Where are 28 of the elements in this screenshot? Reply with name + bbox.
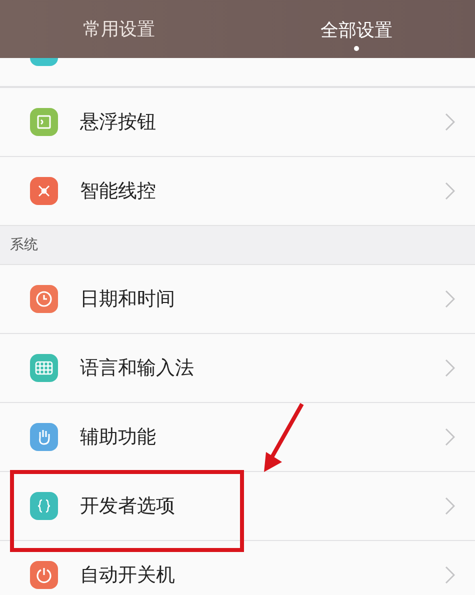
list-row[interactable] bbox=[0, 58, 475, 88]
chevron-icon bbox=[445, 290, 455, 308]
tab[interactable]: 全部设置 bbox=[320, 8, 392, 50]
chevron-icon bbox=[445, 182, 455, 200]
chevron-icon bbox=[445, 428, 455, 446]
chevron-icon bbox=[445, 359, 455, 377]
settings-row[interactable]: 智能线控 bbox=[0, 157, 475, 226]
row-label: 自动开关机 bbox=[80, 563, 176, 588]
row-label: 开发者选项 bbox=[80, 494, 176, 519]
arrow-icon bbox=[262, 402, 306, 474]
row-label: 日期和时间 bbox=[80, 287, 176, 312]
settings-row[interactable]: 日期和时间 bbox=[0, 265, 475, 334]
chevron-icon bbox=[445, 113, 455, 131]
section-title: 系统 bbox=[10, 236, 38, 254]
app-icon bbox=[30, 58, 58, 66]
chevron-icon bbox=[445, 566, 455, 584]
row-label: 智能线控 bbox=[80, 179, 157, 204]
settings-row[interactable]: 开发者选项 bbox=[0, 472, 475, 541]
selected-dot-icon bbox=[354, 46, 359, 50]
settings-row[interactable]: 自动开关机 bbox=[0, 541, 475, 595]
row-label: 语言和输入法 bbox=[80, 356, 195, 381]
settings-row[interactable]: 辅助功能 bbox=[0, 403, 475, 472]
chevron-icon bbox=[445, 497, 455, 515]
settings-row[interactable]: 悬浮按钮 bbox=[0, 88, 475, 157]
tab[interactable]: 常用设置 bbox=[82, 17, 155, 41]
row-label: 辅助功能 bbox=[80, 425, 157, 450]
settings-row[interactable]: 语言和输入法 bbox=[0, 334, 475, 403]
row-label: 悬浮按钮 bbox=[80, 110, 157, 135]
